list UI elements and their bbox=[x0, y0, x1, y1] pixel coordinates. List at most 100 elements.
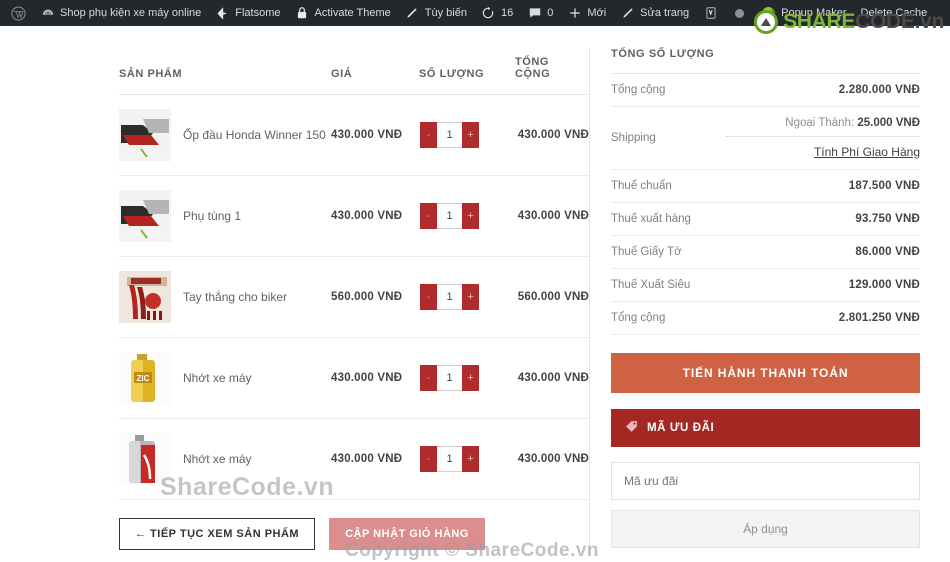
coupon-section-title: MÃ ƯU ĐÃI bbox=[647, 422, 715, 434]
admin-bar-new-content[interactable]: Mới bbox=[560, 0, 613, 26]
admin-bar-updates[interactable]: 16 bbox=[474, 0, 520, 26]
cart-table-head: SẢN PHẨM GIÁ SỐ LƯỢNG TỔNG CỘNG bbox=[119, 48, 589, 95]
admin-bar-site-name[interactable]: Shop phụ kiện xe máy online bbox=[33, 0, 208, 26]
product-thumbnail[interactable]: ZIC bbox=[119, 352, 171, 404]
quantity-input[interactable]: 1 bbox=[437, 365, 462, 391]
tax-label: Thuế Giấy Tờ bbox=[611, 235, 727, 269]
cell-quantity: - 1 + bbox=[419, 418, 515, 500]
product-thumbnail[interactable] bbox=[119, 271, 171, 323]
quantity-decrease-button[interactable]: - bbox=[420, 365, 437, 391]
admin-bar-comments-count: 0 bbox=[547, 7, 554, 19]
totals-row-tax: Thuế Giấy Tờ 86.000 VNĐ bbox=[611, 235, 920, 269]
admin-bar-activate-theme[interactable]: Activate Theme bbox=[288, 0, 398, 26]
comment-icon bbox=[527, 6, 542, 21]
column-header-quantity: SỐ LƯỢNG bbox=[419, 68, 485, 80]
cell-product: ✕ Phụ tùng 1 bbox=[119, 175, 331, 257]
product-thumbnail[interactable] bbox=[119, 109, 171, 161]
quantity-increase-button[interactable]: + bbox=[462, 122, 479, 148]
shipping-details: Ngoại Thành: 25.000 VNĐ Tính Phí Giao Hà… bbox=[726, 106, 920, 170]
product-name[interactable]: Ốp đầu Honda Winner 150 bbox=[183, 128, 326, 143]
column-header-total-line2: CỘNG bbox=[515, 68, 551, 80]
cart-totals-column: TỔNG SỐ LƯỢNG Tổng cộng 2.280.000 VNĐ Sh… bbox=[590, 48, 920, 553]
cell-line-total: 430.000 VNĐ bbox=[515, 175, 589, 257]
coupon-code-input[interactable] bbox=[611, 462, 920, 500]
tax-label: Thuế xuất hàng bbox=[611, 202, 727, 236]
cell-product: ✕ Nhớt xe máy bbox=[119, 418, 331, 500]
admin-bar-yoast-seo[interactable] bbox=[696, 0, 725, 26]
proceed-to-checkout-button[interactable]: TIẾN HÀNH THANH TOÁN bbox=[611, 353, 920, 393]
updates-icon bbox=[481, 6, 496, 21]
product-thumbnail[interactable] bbox=[119, 433, 171, 485]
quantity-decrease-button[interactable]: - bbox=[420, 122, 437, 148]
quantity-increase-button[interactable]: + bbox=[462, 365, 479, 391]
cell-quantity: - 1 + bbox=[419, 256, 515, 338]
cart-header-row: SẢN PHẨM GIÁ SỐ LƯỢNG TỔNG CỘNG bbox=[119, 48, 589, 95]
quantity-input[interactable]: 1 bbox=[437, 122, 462, 148]
admin-bar-status-dot[interactable] bbox=[725, 0, 754, 26]
table-row: ✕ Ốp đầu Honda Winner 150 430.000 VNĐ bbox=[119, 94, 589, 176]
tax-label: Thuế Xuất Siêu bbox=[611, 268, 727, 302]
cell-price: 430.000 VNĐ bbox=[331, 337, 419, 419]
quantity-decrease-button[interactable]: - bbox=[420, 284, 437, 310]
quantity-stepper[interactable]: - 1 + bbox=[419, 202, 480, 230]
quantity-input[interactable]: 1 bbox=[437, 446, 462, 472]
quantity-stepper[interactable]: - 1 + bbox=[419, 364, 480, 392]
tax-value: 93.750 VNĐ bbox=[726, 202, 920, 236]
product-name[interactable]: Tay thắng cho biker bbox=[183, 290, 287, 305]
totals-row-grand-total: Tổng cộng 2.801.250 VNĐ bbox=[611, 301, 920, 335]
admin-bar-wordpress-logo[interactable] bbox=[4, 0, 33, 26]
admin-bar-delete-cache[interactable]: Delete Cache bbox=[854, 0, 935, 26]
admin-bar-updates-count: 16 bbox=[500, 7, 514, 19]
cart-totals-title: TỔNG SỐ LƯỢNG bbox=[611, 48, 920, 74]
grey-dot-icon bbox=[732, 6, 747, 21]
coupon-section-header: MÃ ƯU ĐÃI bbox=[611, 409, 920, 447]
cell-product: ✕ ZIC Nhớt xe máy bbox=[119, 337, 331, 419]
tax-value: 187.500 VNĐ bbox=[726, 169, 920, 203]
admin-bar-new-content-label: Mới bbox=[587, 7, 607, 19]
totals-row-tax: Thuế xuất hàng 93.750 VNĐ bbox=[611, 202, 920, 236]
totals-row-shipping: Shipping Ngoại Thành: 25.000 VNĐ Tính Ph… bbox=[611, 106, 920, 170]
edit-page-icon bbox=[620, 6, 635, 21]
column-header-price: GIÁ bbox=[331, 68, 353, 80]
admin-bar-comments[interactable]: 0 bbox=[520, 0, 560, 26]
admin-bar-popup-maker[interactable]: Popup Maker bbox=[754, 0, 853, 26]
admin-bar-edit-page[interactable]: Sửa trang bbox=[613, 0, 696, 26]
product-name[interactable]: Nhớt xe máy bbox=[183, 371, 252, 386]
cart-table-body: ✕ Ốp đầu Honda Winner 150 430.000 VNĐ bbox=[119, 94, 589, 500]
pencil-icon bbox=[405, 6, 420, 21]
quantity-stepper[interactable]: - 1 + bbox=[419, 121, 480, 149]
quantity-input[interactable]: 1 bbox=[437, 284, 462, 310]
quantity-increase-button[interactable]: + bbox=[462, 203, 479, 229]
cell-line-total: 430.000 VNĐ bbox=[515, 337, 589, 419]
grand-total-label: Tổng cộng bbox=[611, 301, 727, 335]
admin-bar-customize[interactable]: Tùy biến bbox=[398, 0, 474, 26]
subtotal-label: Tổng cộng bbox=[611, 74, 727, 107]
column-header-product: SẢN PHẨM bbox=[119, 68, 183, 80]
quantity-increase-button[interactable]: + bbox=[462, 446, 479, 472]
apply-coupon-button[interactable]: Áp dụng bbox=[611, 510, 920, 548]
admin-bar-flatsome-label: Flatsome bbox=[235, 7, 281, 19]
quantity-stepper[interactable]: - 1 + bbox=[419, 283, 480, 311]
cart-page: SẢN PHẨM GIÁ SỐ LƯỢNG TỔNG CỘNG ✕ bbox=[0, 26, 950, 561]
quantity-increase-button[interactable]: + bbox=[462, 284, 479, 310]
product-thumbnail[interactable] bbox=[119, 190, 171, 242]
tax-value: 86.000 VNĐ bbox=[726, 235, 920, 269]
tax-label: Thuế chuẩn bbox=[611, 169, 727, 203]
continue-shopping-button[interactable]: ← TIẾP TỤC XEM SẢN PHẨM bbox=[119, 518, 316, 550]
product-name[interactable]: Nhớt xe máy bbox=[183, 452, 252, 467]
cart-table: SẢN PHẨM GIÁ SỐ LƯỢNG TỔNG CỘNG ✕ bbox=[119, 48, 589, 500]
quantity-stepper[interactable]: - 1 + bbox=[419, 445, 480, 473]
tax-value: 129.000 VNĐ bbox=[726, 268, 920, 302]
cell-line-total: 430.000 VNĐ bbox=[515, 418, 589, 500]
admin-bar-flatsome[interactable]: Flatsome bbox=[208, 0, 287, 26]
table-row: ✕ ZIC Nhớt xe máy 430.000 VNĐ bbox=[119, 337, 589, 419]
svg-text:ZIC: ZIC bbox=[137, 374, 150, 383]
quantity-input[interactable]: 1 bbox=[437, 203, 462, 229]
quantity-decrease-button[interactable]: - bbox=[420, 203, 437, 229]
popup-maker-icon bbox=[761, 6, 776, 21]
update-cart-button[interactable]: CẬP NHẬT GIỎ HÀNG bbox=[329, 518, 485, 550]
quantity-decrease-button[interactable]: - bbox=[420, 446, 437, 472]
product-name[interactable]: Phụ tùng 1 bbox=[183, 209, 241, 224]
calculate-shipping-link[interactable]: Tính Phí Giao Hàng bbox=[814, 145, 920, 159]
totals-row-subtotal: Tổng cộng 2.280.000 VNĐ bbox=[611, 74, 920, 107]
